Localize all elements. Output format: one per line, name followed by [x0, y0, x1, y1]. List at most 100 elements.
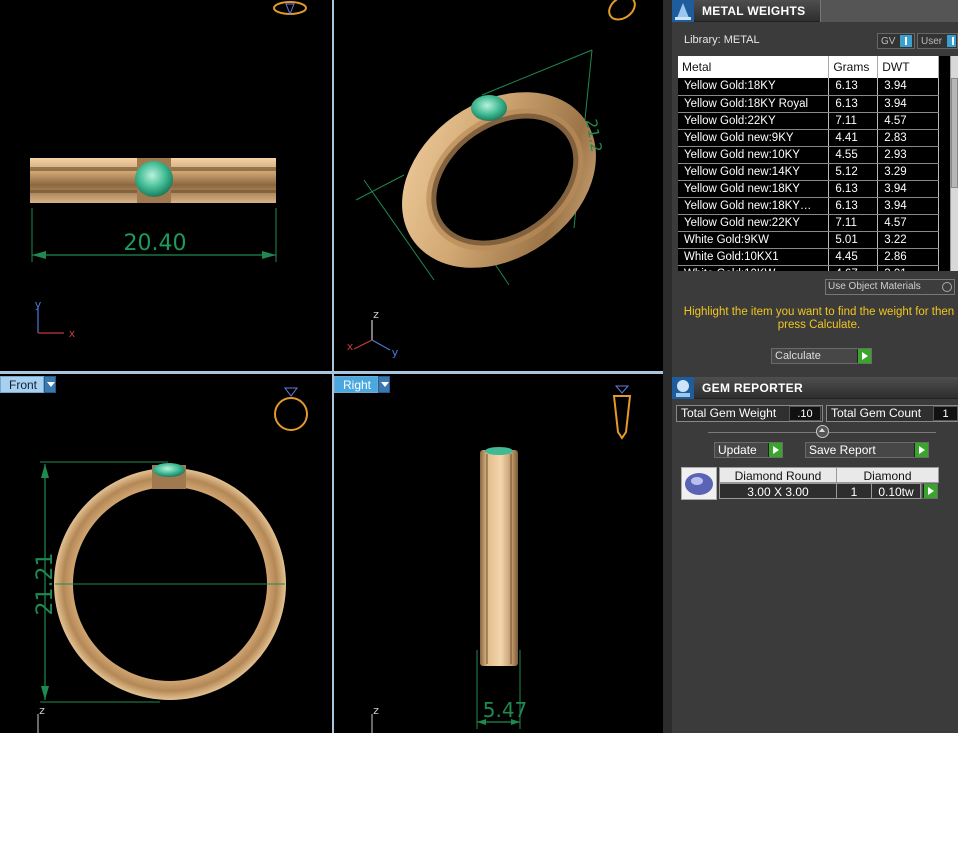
gem-weight-cell: 0.10tw	[871, 483, 921, 499]
dwt-cell[interactable]: 3.01	[877, 265, 939, 271]
gem-stone-front	[153, 463, 185, 477]
dwt-cell[interactable]: 3.29	[877, 163, 939, 181]
table-row[interactable]: Yellow Gold:22KY 7.11 4.57	[678, 112, 939, 130]
dwt-cell[interactable]: 3.94	[877, 197, 939, 215]
table-row[interactable]: Yellow Gold:18KY Royal 6.13 3.94	[678, 95, 939, 113]
perspective-viewport[interactable]: 21.2 z x y	[334, 0, 663, 371]
grams-cell[interactable]: 6.13	[828, 95, 879, 113]
table-row[interactable]: White Gold:10KW4.673.01	[678, 265, 939, 271]
gv-toggle-label: GV	[881, 35, 896, 47]
gem-count-cell: 1	[836, 483, 872, 499]
metal-name-cell[interactable]: Yellow Gold new:10KY	[678, 146, 830, 164]
metal-name-cell[interactable]: Yellow Gold:18KY Royal	[678, 95, 830, 113]
gv-toggle[interactable]: GV	[877, 33, 915, 49]
dwt-cell[interactable]: 3.94	[877, 95, 939, 113]
scrollbar-thumb[interactable]	[951, 78, 958, 188]
save-report-button[interactable]: Save Report	[805, 442, 929, 458]
metal-name-cell[interactable]: Yellow Gold new:18KY…	[678, 197, 830, 215]
grams-cell[interactable]: 5.12	[828, 163, 879, 181]
dwt-cell[interactable]: 3.22	[877, 231, 939, 249]
column-header-metal[interactable]: Metal	[678, 56, 830, 78]
dwt-cell[interactable]: 4.57	[877, 112, 939, 130]
metal-table-scrollbar[interactable]	[950, 56, 958, 271]
gem-reporter-header[interactable]: GEM REPORTER	[672, 376, 958, 399]
metal-name-cell[interactable]: Yellow Gold:22KY	[678, 112, 830, 130]
dwt-cell[interactable]: 2.83	[877, 129, 939, 147]
dwt-cell[interactable]: 2.86	[877, 248, 939, 266]
gem-shape-cell: Diamond Round	[719, 467, 837, 483]
user-toggle[interactable]: User	[917, 33, 958, 49]
metal-weights-table[interactable]: Metal Grams DWT Yellow Gold:18KY 6.13 3.94…	[678, 56, 950, 271]
front-viewport[interactable]: 21.21 z Front	[0, 374, 332, 733]
perspective-view-render: 21.2 z x y	[347, 0, 636, 359]
total-gem-weight-value: .10	[789, 406, 821, 421]
grams-cell[interactable]: 4.55	[828, 146, 879, 164]
save-report-label: Save Report	[809, 443, 876, 457]
metal-name-cell[interactable]: Yellow Gold new:22KY	[678, 214, 830, 232]
table-row[interactable]: Yellow Gold new:22KY 7.11 4.57	[678, 214, 939, 232]
thickness-dimension-label: 5.47	[483, 698, 528, 722]
grams-cell[interactable]: 4.45	[828, 248, 879, 266]
gem-thumbnail	[681, 467, 717, 500]
gem-list-row[interactable]: Diamond Round Diamond 3.00 X 3.00 1 0.10…	[681, 467, 939, 500]
toggle-switch-icon[interactable]	[947, 35, 956, 47]
table-row[interactable]: Yellow Gold new:14KY 5.12 3.29	[678, 163, 939, 181]
calculate-button[interactable]: Calculate	[771, 348, 872, 364]
table-row[interactable]: Yellow Gold new:18KY… 6.13 3.94	[678, 197, 939, 215]
radio-icon[interactable]	[942, 282, 952, 292]
grams-cell[interactable]: 6.13	[828, 78, 879, 96]
table-row[interactable]: Yellow Gold new:18KY 6.13 3.94	[678, 180, 939, 198]
column-header-dwt[interactable]: DWT	[877, 56, 939, 78]
gem-detail-button[interactable]	[921, 483, 938, 499]
gem-stone-perspective	[471, 95, 507, 121]
table-row[interactable]: White Gold:10KX1 4.45 2.86	[678, 248, 939, 266]
metal-name-cell[interactable]: White Gold:10KW	[678, 265, 830, 271]
metal-name-cell[interactable]: White Gold:9KW	[678, 231, 830, 249]
top-view-labels: 20.40 y x	[35, 231, 187, 340]
grams-cell[interactable]: 6.13	[828, 180, 879, 198]
use-object-materials-option[interactable]: Use Object Materials	[825, 279, 955, 295]
grams-cell[interactable]: 4.67	[828, 265, 879, 271]
collapse-toggle-icon[interactable]	[816, 425, 829, 438]
column-header-grams[interactable]: Grams	[828, 56, 879, 78]
dwt-cell[interactable]: 4.57	[877, 214, 939, 232]
instruction-text: Highlight the item you want to find the …	[683, 306, 955, 331]
dwt-cell[interactable]: 3.94	[877, 180, 939, 198]
metal-name-cell[interactable]: Yellow Gold new:9KY	[678, 129, 830, 147]
axis-x-label: x	[347, 340, 354, 353]
view-selector-front[interactable]: Front	[0, 376, 57, 393]
toggle-switch-icon[interactable]	[900, 35, 913, 47]
panel-dock-strip[interactable]	[663, 0, 672, 733]
grams-cell[interactable]: 6.13	[828, 197, 879, 215]
play-arrow-icon	[857, 349, 871, 363]
chevron-down-icon[interactable]	[378, 376, 391, 393]
table-row[interactable]: Yellow Gold new:9KY 4.41 2.83	[678, 129, 939, 147]
height-dimension-label: 21.21	[33, 553, 58, 616]
table-row[interactable]: Yellow Gold:18KY 6.13 3.94	[678, 78, 939, 96]
chevron-down-icon[interactable]	[44, 376, 57, 393]
right-viewport[interactable]: 5.47 z Right	[334, 374, 663, 733]
dwt-cell[interactable]: 3.94	[877, 78, 939, 96]
metal-name-cell[interactable]: White Gold:10KX1	[678, 248, 830, 266]
grams-cell[interactable]: 7.11	[828, 214, 879, 232]
grams-cell[interactable]: 7.11	[828, 112, 879, 130]
view-label[interactable]: Right	[334, 376, 379, 393]
dwt-cell[interactable]: 2.93	[877, 146, 939, 164]
total-gem-count-label: Total Gem Count	[831, 406, 922, 420]
grams-cell[interactable]: 4.41	[828, 129, 879, 147]
axis-y-label: y	[35, 298, 42, 311]
metal-name-cell[interactable]: Yellow Gold:18KY	[678, 78, 830, 96]
top-viewport[interactable]: 20.40 y x	[0, 0, 332, 371]
view-selector-right[interactable]: Right	[334, 376, 391, 393]
view-label[interactable]: Front	[0, 376, 45, 393]
table-row[interactable]: Yellow Gold new:10KY 4.55 2.93	[678, 146, 939, 164]
metal-name-cell[interactable]: Yellow Gold new:18KY	[678, 180, 830, 198]
metal-name-cell[interactable]: Yellow Gold new:14KY	[678, 163, 830, 181]
header-tab-area	[820, 0, 958, 22]
grams-cell[interactable]: 5.01	[828, 231, 879, 249]
axis-x-label: x	[69, 327, 76, 340]
metal-weights-header[interactable]: METAL WEIGHTS	[672, 0, 958, 22]
update-button[interactable]: Update	[714, 442, 783, 458]
update-label: Update	[718, 443, 757, 457]
table-row[interactable]: White Gold:9KW 5.01 3.22	[678, 231, 939, 249]
